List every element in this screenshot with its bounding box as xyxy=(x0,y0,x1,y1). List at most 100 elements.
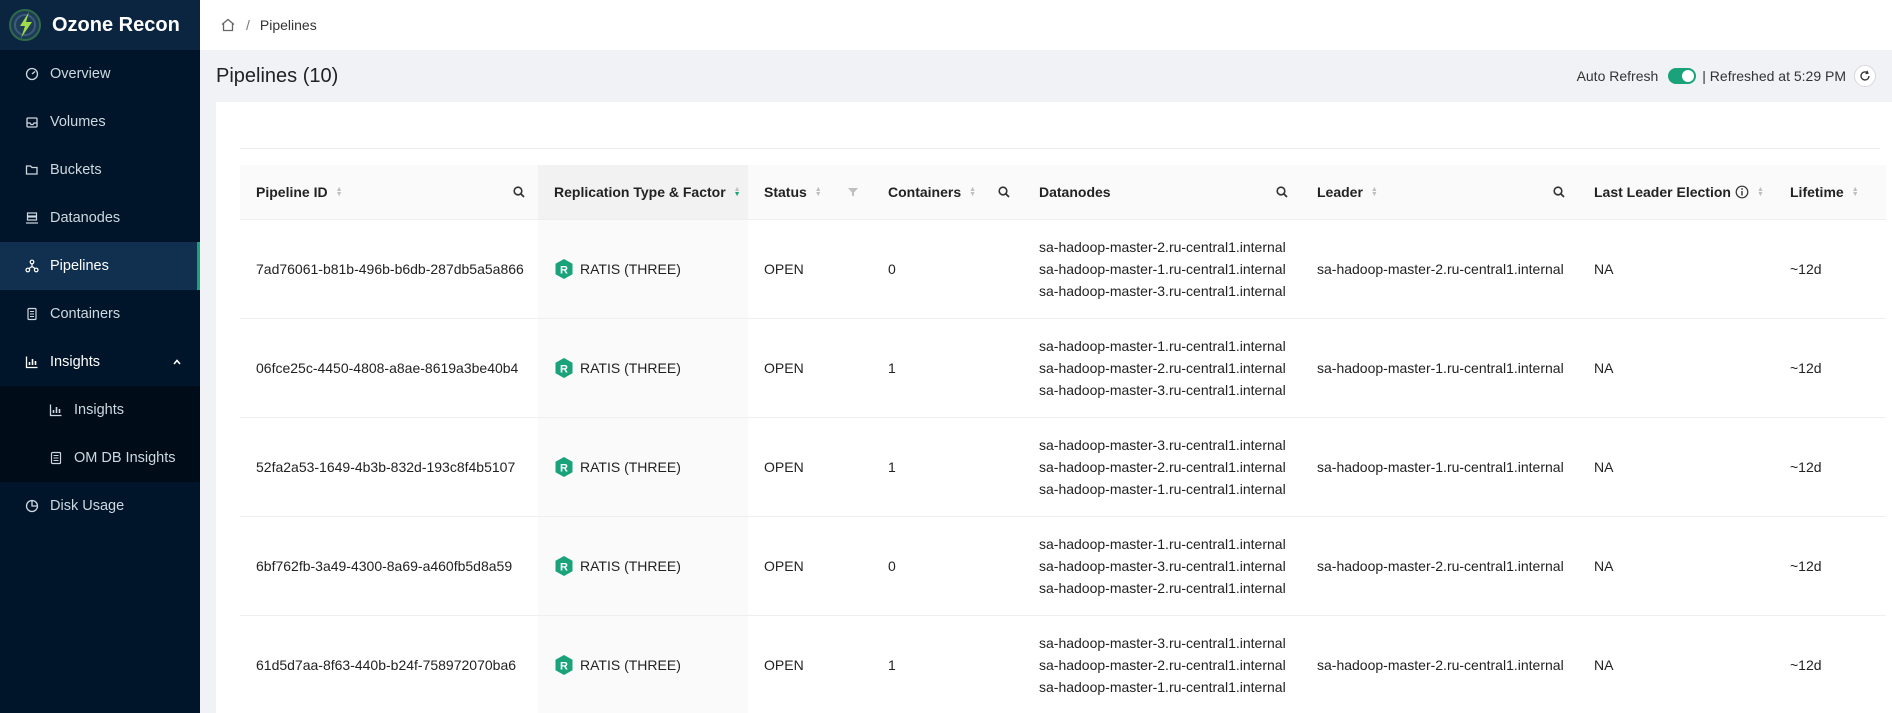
replication-cell: R RATIS (THREE) xyxy=(538,418,748,516)
home-icon[interactable] xyxy=(220,17,236,33)
pipeline-id-cell: 06fce25c-4450-4808-a8ae-8619a3be40b4 xyxy=(256,360,519,376)
svg-text:R: R xyxy=(560,463,568,475)
table-row[interactable]: 52fa2a53-1649-4b3b-832d-193c8f4b5107 R R… xyxy=(240,418,1886,517)
leader-cell: sa-hadoop-master-1.ru-central1.internal xyxy=(1317,360,1564,376)
sidebar-subitem-om-db-insights[interactable]: OM DB Insights xyxy=(0,434,200,482)
leader-cell: sa-hadoop-master-2.ru-central1.internal xyxy=(1317,657,1564,673)
sidebar-item-label: Buckets xyxy=(50,162,102,178)
refresh-button[interactable] xyxy=(1854,65,1876,87)
last-election-cell: NA xyxy=(1594,657,1614,673)
sidebar-item-volumes[interactable]: Volumes xyxy=(0,98,200,146)
datanodes-cell: sa-hadoop-master-2.ru-central1.internal … xyxy=(1039,239,1286,299)
sidebar: Ozone Recon Overview Volumes Buckets Dat… xyxy=(0,0,200,713)
sort-icon[interactable]: ▲ ▼ xyxy=(969,186,976,198)
inbox-icon xyxy=(24,114,40,130)
pipeline-id-cell: 52fa2a53-1649-4b3b-832d-193c8f4b5107 xyxy=(256,459,516,475)
sidebar-item-label: Volumes xyxy=(50,114,106,130)
page-title: Pipelines (10) xyxy=(216,64,339,87)
svg-text:R: R xyxy=(560,265,568,277)
last-election-cell: NA xyxy=(1594,261,1614,277)
sidebar-item-label: Overview xyxy=(50,66,111,82)
sort-icon[interactable]: ▲ ▼ xyxy=(734,186,741,198)
search-icon[interactable] xyxy=(997,185,1011,199)
sort-icon[interactable]: ▲ ▼ xyxy=(1757,186,1764,198)
column-header-datanodes[interactable]: Datanodes xyxy=(1023,165,1301,219)
svg-text:R: R xyxy=(560,562,568,574)
table-row[interactable]: 7ad76061-b81b-496b-b6db-287db5a5a866 R R… xyxy=(240,220,1886,319)
search-icon[interactable] xyxy=(512,185,526,199)
sidebar-item-label: OM DB Insights xyxy=(74,450,176,466)
table-row[interactable]: 6bf762fb-3a49-4300-8a69-a460fb5d8a59 R R… xyxy=(240,517,1886,616)
leader-cell: sa-hadoop-master-2.ru-central1.internal xyxy=(1317,261,1564,277)
status-cell: OPEN xyxy=(764,558,804,574)
sort-icon[interactable]: ▲ ▼ xyxy=(1371,186,1378,198)
folder-open-icon xyxy=(24,162,40,178)
column-header-containers[interactable]: Containers ▲ ▼ xyxy=(872,165,1023,219)
sidebar-item-overview[interactable]: Overview xyxy=(0,50,200,98)
auto-refresh-toggle[interactable] xyxy=(1668,68,1697,84)
pipeline-id-cell: 7ad76061-b81b-496b-b6db-287db5a5a866 xyxy=(256,261,524,277)
sidebar-item-disk-usage[interactable]: Disk Usage xyxy=(0,482,200,530)
filter-icon[interactable] xyxy=(846,185,860,199)
column-header-lifetime[interactable]: Lifetime ▲ ▼ xyxy=(1774,165,1886,219)
replication-cell: R RATIS (THREE) xyxy=(538,517,748,615)
pie-chart-icon xyxy=(24,498,40,514)
status-cell: OPEN xyxy=(764,459,804,475)
brand-name: Ozone Recon xyxy=(52,13,180,36)
status-cell: OPEN xyxy=(764,360,804,376)
column-header-last-leader-election[interactable]: Last Leader Election ▲ ▼ xyxy=(1578,165,1774,219)
containers-cell: 0 xyxy=(888,558,896,574)
table-row[interactable]: 06fce25c-4450-4808-a8ae-8619a3be40b4 R R… xyxy=(240,319,1886,418)
svg-text:R: R xyxy=(560,661,568,673)
column-header-status[interactable]: Status ▲ ▼ xyxy=(748,165,872,219)
auto-refresh-label: Auto Refresh xyxy=(1576,68,1659,84)
sidebar-item-datanodes[interactable]: Datanodes xyxy=(0,194,200,242)
brand[interactable]: Ozone Recon xyxy=(0,0,200,50)
datanodes-cell: sa-hadoop-master-1.ru-central1.internal … xyxy=(1039,536,1286,596)
datanodes-cell: sa-hadoop-master-3.ru-central1.internal … xyxy=(1039,437,1286,497)
column-header-leader[interactable]: Leader ▲ ▼ xyxy=(1301,165,1578,219)
breadcrumb-separator: / xyxy=(246,17,250,33)
ratis-badge-icon: R xyxy=(555,556,573,576)
pipeline-id-cell: 6bf762fb-3a49-4300-8a69-a460fb5d8a59 xyxy=(256,558,513,574)
lifetime-cell: ~12d xyxy=(1790,360,1822,376)
lifetime-cell: ~12d xyxy=(1790,459,1822,475)
sidebar-item-containers[interactable]: Containers xyxy=(0,290,200,338)
containers-cell: 0 xyxy=(888,261,896,277)
column-header-pipeline-id[interactable]: Pipeline ID ▲ ▼ xyxy=(240,165,538,219)
bar-chart-icon xyxy=(48,402,64,418)
status-cell: OPEN xyxy=(764,657,804,673)
pipelines-card: Pipeline ID ▲ ▼ Replication Type & Factor… xyxy=(216,102,1892,713)
ratis-badge-icon: R xyxy=(555,358,573,378)
chevron-up-icon[interactable] xyxy=(172,355,182,371)
sort-icon[interactable]: ▲ ▼ xyxy=(336,186,343,198)
last-election-cell: NA xyxy=(1594,360,1614,376)
sidebar-subitem-insights[interactable]: Insights xyxy=(0,386,200,434)
pipelines-table: Pipeline ID ▲ ▼ Replication Type & Factor… xyxy=(240,165,1886,713)
containers-cell: 1 xyxy=(888,459,896,475)
cluster-icon xyxy=(24,210,40,226)
sidebar-item-label: Insights xyxy=(74,402,124,418)
ratis-badge-icon: R xyxy=(555,655,573,675)
container-icon xyxy=(24,306,40,322)
replication-cell: R RATIS (THREE) xyxy=(538,616,748,713)
status-cell: OPEN xyxy=(764,261,804,277)
sidebar-item-insights[interactable]: Insights xyxy=(0,338,200,386)
info-icon[interactable] xyxy=(1735,185,1749,199)
sidebar-item-buckets[interactable]: Buckets xyxy=(0,146,200,194)
refresh-controls: Auto Refresh | Refreshed at 5:29 PM xyxy=(1577,65,1876,87)
bar-chart-icon xyxy=(24,354,40,370)
sidebar-item-label: Pipelines xyxy=(50,258,109,274)
sidebar-item-pipelines[interactable]: Pipelines xyxy=(0,242,200,290)
sort-icon[interactable]: ▲ ▼ xyxy=(815,186,822,198)
containers-cell: 1 xyxy=(888,657,896,673)
sort-icon[interactable]: ▲ ▼ xyxy=(1852,186,1859,198)
column-header-replication[interactable]: Replication Type & Factor ▲ ▼ xyxy=(538,165,748,219)
lifetime-cell: ~12d xyxy=(1790,261,1822,277)
leader-cell: sa-hadoop-master-2.ru-central1.internal xyxy=(1317,558,1564,574)
table-row[interactable]: 61d5d7aa-8f63-440b-b24f-758972070ba6 R R… xyxy=(240,616,1886,713)
search-icon[interactable] xyxy=(1552,185,1566,199)
replication-cell: R RATIS (THREE) xyxy=(538,220,748,318)
sidebar-item-label: Disk Usage xyxy=(50,498,125,514)
search-icon[interactable] xyxy=(1275,185,1289,199)
